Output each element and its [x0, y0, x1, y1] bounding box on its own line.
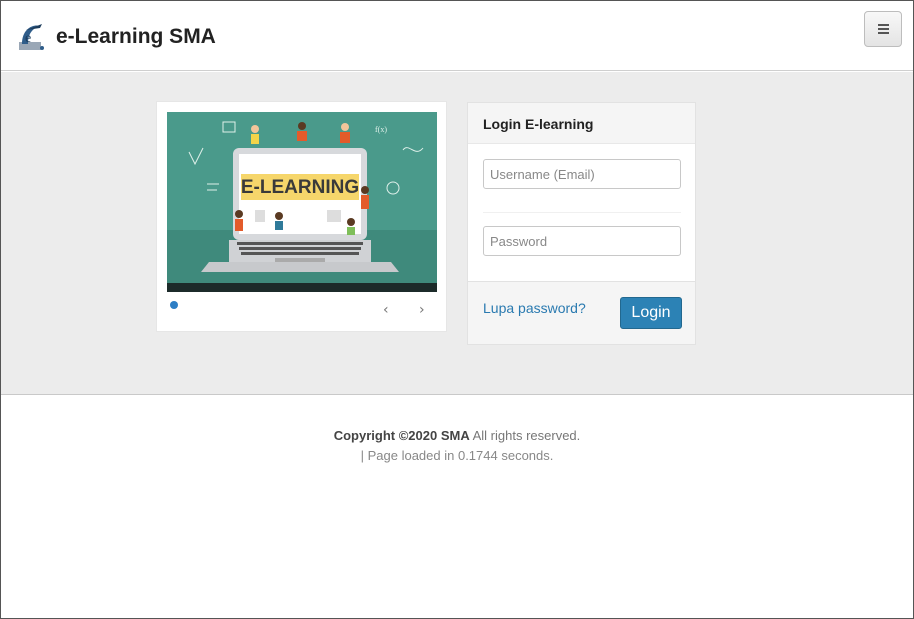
login-panel-header: Login E-learning: [468, 103, 695, 144]
login-panel: Login E-learning Lupa password? Login: [467, 102, 696, 345]
field-divider: [483, 212, 681, 213]
username-input[interactable]: [483, 159, 681, 189]
image-carousel: f(x) E-LEARNING ‹ ›: [156, 101, 447, 332]
copyright-text: Copyright ©2020 SMA All rights reserved.: [0, 428, 914, 443]
carousel-indicator-1[interactable]: [170, 301, 178, 309]
forgot-password-link[interactable]: Lupa password?: [483, 300, 586, 316]
page-load-time: | Page loaded in 0.1744 seconds.: [360, 448, 554, 463]
hamburger-menu-icon[interactable]: [864, 11, 902, 47]
password-input[interactable]: [483, 226, 681, 256]
chevron-left-icon[interactable]: ‹: [383, 303, 389, 317]
slide-banner-text: E-LEARNING: [241, 177, 359, 198]
copyright-owner: Copyright ©2020 SMA: [333, 428, 470, 443]
e-learning-illustration: f(x) E-LEARNING: [167, 112, 437, 292]
copyright-rights: All rights reserved.: [469, 428, 581, 443]
login-title: Login E-learning: [483, 116, 594, 132]
login-button[interactable]: Login: [620, 297, 682, 329]
carousel-slide[interactable]: f(x) E-LEARNING: [167, 112, 437, 292]
content-band: f(x) E-LEARNING ‹ › Login E-learning Use…: [1, 72, 913, 395]
chevron-right-icon[interactable]: ›: [419, 303, 425, 317]
svg-text:f(x): f(x): [375, 125, 387, 134]
svg-text:e: e: [25, 31, 31, 46]
login-panel-footer: Lupa password? Login: [468, 281, 695, 344]
top-navbar: e e-Learning SMA: [1, 1, 913, 71]
site-brand[interactable]: e-Learning SMA: [56, 25, 216, 49]
school-crest-logo[interactable]: e: [16, 20, 46, 52]
